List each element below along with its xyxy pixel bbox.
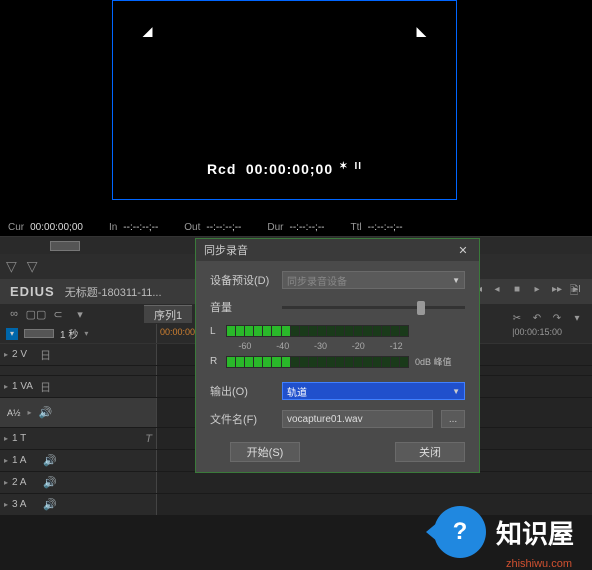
brand-watermark: ? 知识屋 (434, 506, 574, 558)
chevron-down-icon: ▼ (452, 387, 460, 396)
timeline-scale[interactable]: 1 秒 (60, 326, 78, 341)
track-icon[interactable]: 日 (40, 379, 51, 395)
track-row: ▸2 A🔊 (0, 472, 592, 494)
safe-corner-tl (143, 27, 158, 42)
a12-label[interactable]: A½ (4, 407, 24, 419)
output-label: 输出(O) (210, 383, 274, 399)
marker-in-icon[interactable]: ▽ (6, 258, 17, 275)
output-select[interactable]: 轨道▼ (282, 382, 465, 400)
track-icon[interactable]: 日 (40, 347, 51, 363)
dialog-titlebar[interactable]: 同步录音 ✕ (196, 239, 479, 261)
next-icon[interactable]: ▸I (568, 281, 586, 297)
volume-slider[interactable] (282, 306, 465, 309)
dialog-title: 同步录音 (204, 242, 248, 258)
meter-l-label: L (210, 326, 220, 337)
preview-status-row: Cur 00:00:00;00 In --:--:--;-- Out --:--… (0, 222, 592, 233)
track-icon[interactable]: T (145, 433, 152, 445)
chevron-right-icon[interactable]: ▸ (4, 456, 8, 465)
filename-field[interactable] (282, 410, 433, 428)
expand-v-icon[interactable]: ▾ (6, 328, 18, 340)
scrubber-handle[interactable] (50, 241, 80, 251)
app-name: EDIUS (10, 284, 55, 299)
meter-scale: -60-40-30-20-12 (226, 341, 465, 351)
chevron-right-icon[interactable]: ▸ (4, 382, 8, 391)
meter-r (226, 356, 409, 368)
chevron-right-icon[interactable]: ▸ (4, 434, 8, 443)
ff-icon[interactable]: ▸▸ (548, 281, 566, 297)
brand-name: 知识屋 (496, 514, 574, 551)
speaker-icon[interactable]: 🔊 (39, 406, 53, 419)
record-timecode: Rcd 00:00:00;00✶II (207, 161, 362, 178)
rev-icon[interactable]: ◂ (488, 281, 506, 297)
play-icon[interactable]: ▸ (528, 281, 546, 297)
meter-l (226, 325, 409, 337)
close-button[interactable]: 关闭 (395, 442, 465, 462)
device-label: 设备预设(D) (210, 272, 274, 288)
preview-frame: Rcd 00:00:00;00✶II (112, 0, 457, 200)
stop-icon[interactable]: ■ (508, 281, 526, 297)
snap-icon[interactable]: ⊂ (50, 306, 66, 322)
group-icon[interactable]: ▢▢ (28, 306, 44, 322)
browse-button[interactable]: ... (441, 410, 465, 428)
safe-corner-tr (412, 27, 427, 42)
brand-url: zhishiwu.com (506, 558, 572, 570)
sequence-tab[interactable]: 序列1 (144, 305, 192, 323)
audio-meters: L -60-40-30-20-12 R 0dB 峰值 (210, 325, 465, 368)
chevron-down-icon[interactable]: ▾ (84, 329, 88, 338)
dropdown-icon[interactable]: ▾ (72, 306, 88, 322)
meter-r-label: R (210, 356, 220, 367)
ruler-mark: |00:00:15:00 (512, 327, 562, 337)
brand-icon: ? (434, 506, 486, 558)
device-select[interactable]: 同步录音设备▼ (282, 271, 465, 289)
start-button[interactable]: 开始(S) (230, 442, 300, 462)
chevron-right-icon[interactable]: ▸ (4, 350, 8, 359)
speaker-icon[interactable]: 🔊 (43, 476, 57, 489)
link-icon[interactable]: ∞ (6, 306, 22, 322)
chevron-right-icon[interactable]: ▸ (28, 408, 32, 417)
filename-label: 文件名(F) (210, 411, 274, 427)
sync-recording-dialog: 同步录音 ✕ 设备预设(D) 同步录音设备▼ 音量 L -60-40-30-20… (195, 238, 480, 473)
slider-handle[interactable] (417, 301, 425, 315)
marker-out-icon[interactable]: ▽ (27, 258, 38, 275)
chevron-down-icon: ▼ (452, 276, 460, 285)
chevron-right-icon[interactable]: ▸ (4, 500, 8, 509)
speaker-icon[interactable]: 🔊 (43, 454, 57, 467)
project-title: 无标题-180311-11... (65, 284, 162, 300)
chevron-right-icon[interactable]: ▸ (4, 478, 8, 487)
volume-label: 音量 (210, 299, 274, 315)
preview-area: Rcd 00:00:00;00✶II Cur 00:00:00;00 In --… (0, 0, 592, 237)
speaker-icon[interactable]: 🔊 (43, 498, 57, 511)
timeline-zoom-scroll[interactable] (24, 329, 54, 338)
close-icon[interactable]: ✕ (455, 242, 471, 258)
